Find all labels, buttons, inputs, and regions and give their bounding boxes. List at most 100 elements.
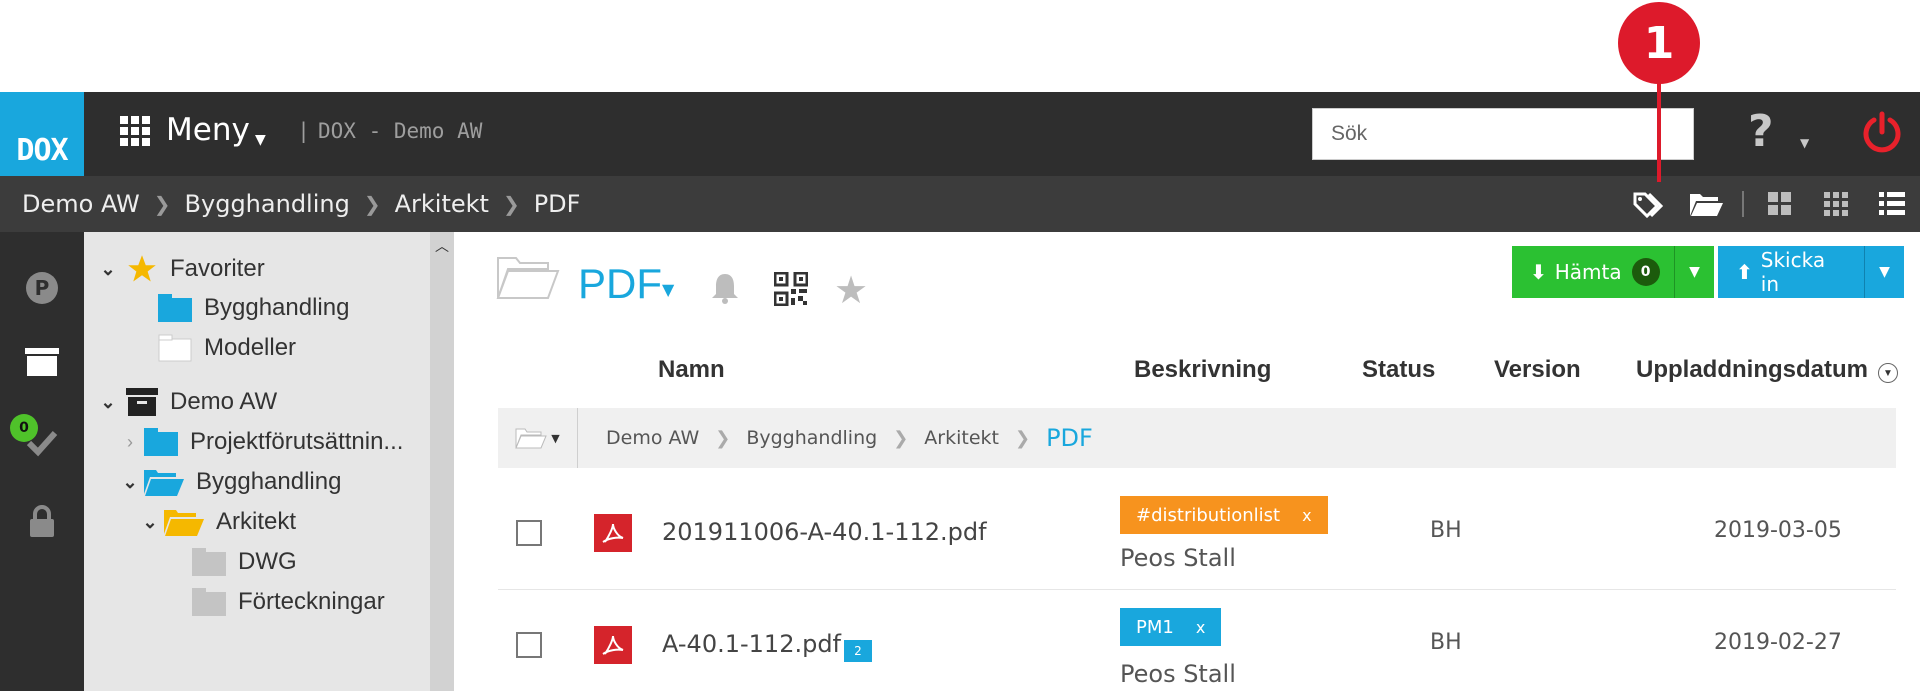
download-dropdown-toggle[interactable]: ▼	[1674, 246, 1714, 298]
open-folder-icon	[515, 428, 548, 449]
tree-project[interactable]: ⌄ Demo AW	[98, 388, 277, 416]
tree-item-folder[interactable]: › Projektförutsättnin...	[120, 428, 403, 456]
chevron-down-icon[interactable]: ⌄	[120, 472, 140, 493]
parking-icon[interactable]: P	[22, 268, 62, 308]
tag-icon[interactable]	[1622, 176, 1678, 232]
column-header-description[interactable]: Beskrivning	[1134, 356, 1271, 384]
path-breadcrumb: Demo AW ❯ Bygghandling ❯ Arkitekt ❯ PDF	[606, 424, 1093, 452]
title-separator: |	[300, 119, 308, 143]
sort-down-icon[interactable]: ▼	[1878, 363, 1898, 383]
chevron-right-icon: ❯	[893, 427, 909, 449]
archive-box-icon[interactable]	[22, 342, 62, 382]
menu-caret-icon[interactable]: ▼	[255, 132, 266, 148]
tag-chip[interactable]: PM1 x	[1120, 608, 1222, 646]
file-row[interactable]: A-40.1-112.pdf 2 PM1 x Peos Stall BH 201…	[498, 590, 1896, 691]
folder-icon	[144, 428, 178, 456]
qr-code-icon[interactable]	[774, 272, 808, 306]
tree-item-label: Arkitekt	[216, 508, 297, 535]
tag-label: PM1	[1136, 616, 1174, 638]
row-checkbox[interactable]	[516, 632, 542, 658]
tree-favorites[interactable]: ⌄ Favoriter	[98, 254, 265, 284]
column-header-status[interactable]: Status	[1362, 356, 1435, 384]
power-icon[interactable]	[1862, 110, 1902, 156]
tree-item-favorite[interactable]: Modeller	[150, 334, 296, 362]
large-grid-view-icon[interactable]	[1752, 176, 1808, 232]
file-description: Peos Stall	[1120, 544, 1236, 572]
tree-item-folder[interactable]: ⌄ Arkitekt	[140, 508, 296, 536]
task-count-badge: 0	[10, 414, 38, 442]
dox-logo[interactable]: DOX	[0, 92, 84, 176]
caret-down-icon: ▼	[551, 431, 560, 445]
star-icon	[128, 255, 156, 282]
file-name[interactable]: 201911006-A-40.1-112.pdf	[662, 518, 987, 546]
tree-item-label: Favoriter	[170, 255, 265, 282]
folder-title[interactable]: PDF	[578, 260, 662, 308]
tree-item-label: Projektförutsättnin...	[190, 428, 404, 455]
open-folder-icon[interactable]	[1678, 176, 1734, 232]
tree-item-label: Demo AW	[170, 388, 278, 415]
tree-item-folder[interactable]: DWG	[184, 548, 297, 576]
column-header-version[interactable]: Version	[1494, 356, 1581, 384]
comment-count-icon[interactable]: 2	[844, 640, 872, 662]
breadcrumb: Demo AW ❯ Bygghandling ❯ Arkitekt ❯ PDF	[22, 190, 580, 218]
bell-icon[interactable]	[710, 272, 740, 304]
path-crumb[interactable]: Demo AW	[606, 427, 699, 449]
folder-caret-icon[interactable]: ▼	[662, 280, 674, 299]
tree-item-folder[interactable]: ⌄ Bygghandling	[120, 468, 341, 496]
chevron-down-icon[interactable]: ⌄	[98, 392, 118, 413]
grid-menu-icon[interactable]	[120, 116, 150, 146]
site-title: DOX - Demo AW	[318, 119, 483, 143]
column-headers: Namn Beskrivning Status Version Uppladdn…	[470, 356, 1920, 392]
path-folder-dropdown[interactable]: ▼	[498, 408, 578, 468]
file-version: BH	[1430, 630, 1462, 655]
chevron-down-icon[interactable]: ⌄	[98, 259, 118, 280]
row-checkbox[interactable]	[516, 520, 542, 546]
main-content: PDF ▼ ★ ⬇ Hämta 0 ▼ ⬆ Skicka in ▼ Namn B…	[470, 232, 1920, 691]
path-crumb-current[interactable]: PDF	[1046, 424, 1093, 452]
upload-dropdown-toggle[interactable]: ▼	[1864, 246, 1904, 298]
breadcrumb-item[interactable]: Demo AW	[22, 190, 140, 218]
chevron-right-icon: ❯	[1014, 427, 1031, 449]
path-bar: ▼ Demo AW ❯ Bygghandling ❯ Arkitekt ❯ PD…	[498, 408, 1896, 468]
list-view-icon[interactable]	[1864, 176, 1920, 232]
file-row[interactable]: 201911006-A-40.1-112.pdf #distributionli…	[498, 478, 1896, 590]
tree-scrollbar[interactable]: ︿	[430, 232, 454, 691]
lock-icon[interactable]	[22, 502, 62, 542]
download-button[interactable]: ⬇ Hämta 0	[1512, 246, 1674, 298]
small-grid-view-icon[interactable]	[1808, 176, 1864, 232]
chevron-up-icon[interactable]: ︿	[430, 236, 454, 256]
upload-button[interactable]: ⬆ Skicka in	[1718, 246, 1864, 298]
path-crumb[interactable]: Bygghandling	[746, 427, 877, 449]
path-crumb[interactable]: Arkitekt	[924, 427, 999, 449]
tag-remove-icon[interactable]: x	[1196, 618, 1205, 637]
breadcrumb-item[interactable]: PDF	[534, 190, 581, 218]
menu-button[interactable]: Meny	[166, 112, 250, 148]
breadcrumb-item[interactable]: Arkitekt	[395, 190, 489, 218]
breadcrumb-item[interactable]: Bygghandling	[185, 190, 350, 218]
download-split-button: ⬇ Hämta 0 ▼	[1512, 246, 1714, 298]
favorite-star-icon[interactable]: ★	[834, 268, 868, 312]
top-bar: DOX Meny ▼ | DOX - Demo AW ? ▼	[0, 92, 1920, 176]
chevron-right-icon[interactable]: ›	[120, 432, 140, 453]
upload-label: Skicka in	[1760, 248, 1826, 296]
tree-item-folder[interactable]: Förteckningar	[184, 588, 385, 616]
view-toolbar	[1622, 176, 1920, 232]
upload-split-button: ⬆ Skicka in ▼	[1718, 246, 1904, 298]
tag-chip[interactable]: #distributionlist x	[1120, 496, 1328, 534]
help-icon[interactable]: ?	[1748, 106, 1774, 157]
column-header-name[interactable]: Namn	[658, 356, 725, 384]
callout-line	[1657, 82, 1661, 182]
help-caret-icon[interactable]: ▼	[1800, 136, 1809, 150]
search-input[interactable]	[1312, 108, 1694, 160]
tree-item-favorite[interactable]: Bygghandling	[150, 294, 349, 322]
open-folder-icon	[144, 470, 184, 496]
file-name[interactable]: A-40.1-112.pdf	[662, 630, 841, 658]
column-header-upload-date[interactable]: Uppladdningsdatum	[1636, 356, 1868, 384]
tag-remove-icon[interactable]: x	[1302, 506, 1311, 525]
toolbar-divider	[1742, 191, 1744, 217]
chevron-right-icon: ❯	[153, 192, 171, 216]
open-folder-icon	[164, 510, 204, 536]
file-description: Peos Stall	[1120, 660, 1236, 688]
chevron-down-icon[interactable]: ⌄	[140, 512, 160, 533]
download-count-badge: 0	[1631, 258, 1660, 286]
